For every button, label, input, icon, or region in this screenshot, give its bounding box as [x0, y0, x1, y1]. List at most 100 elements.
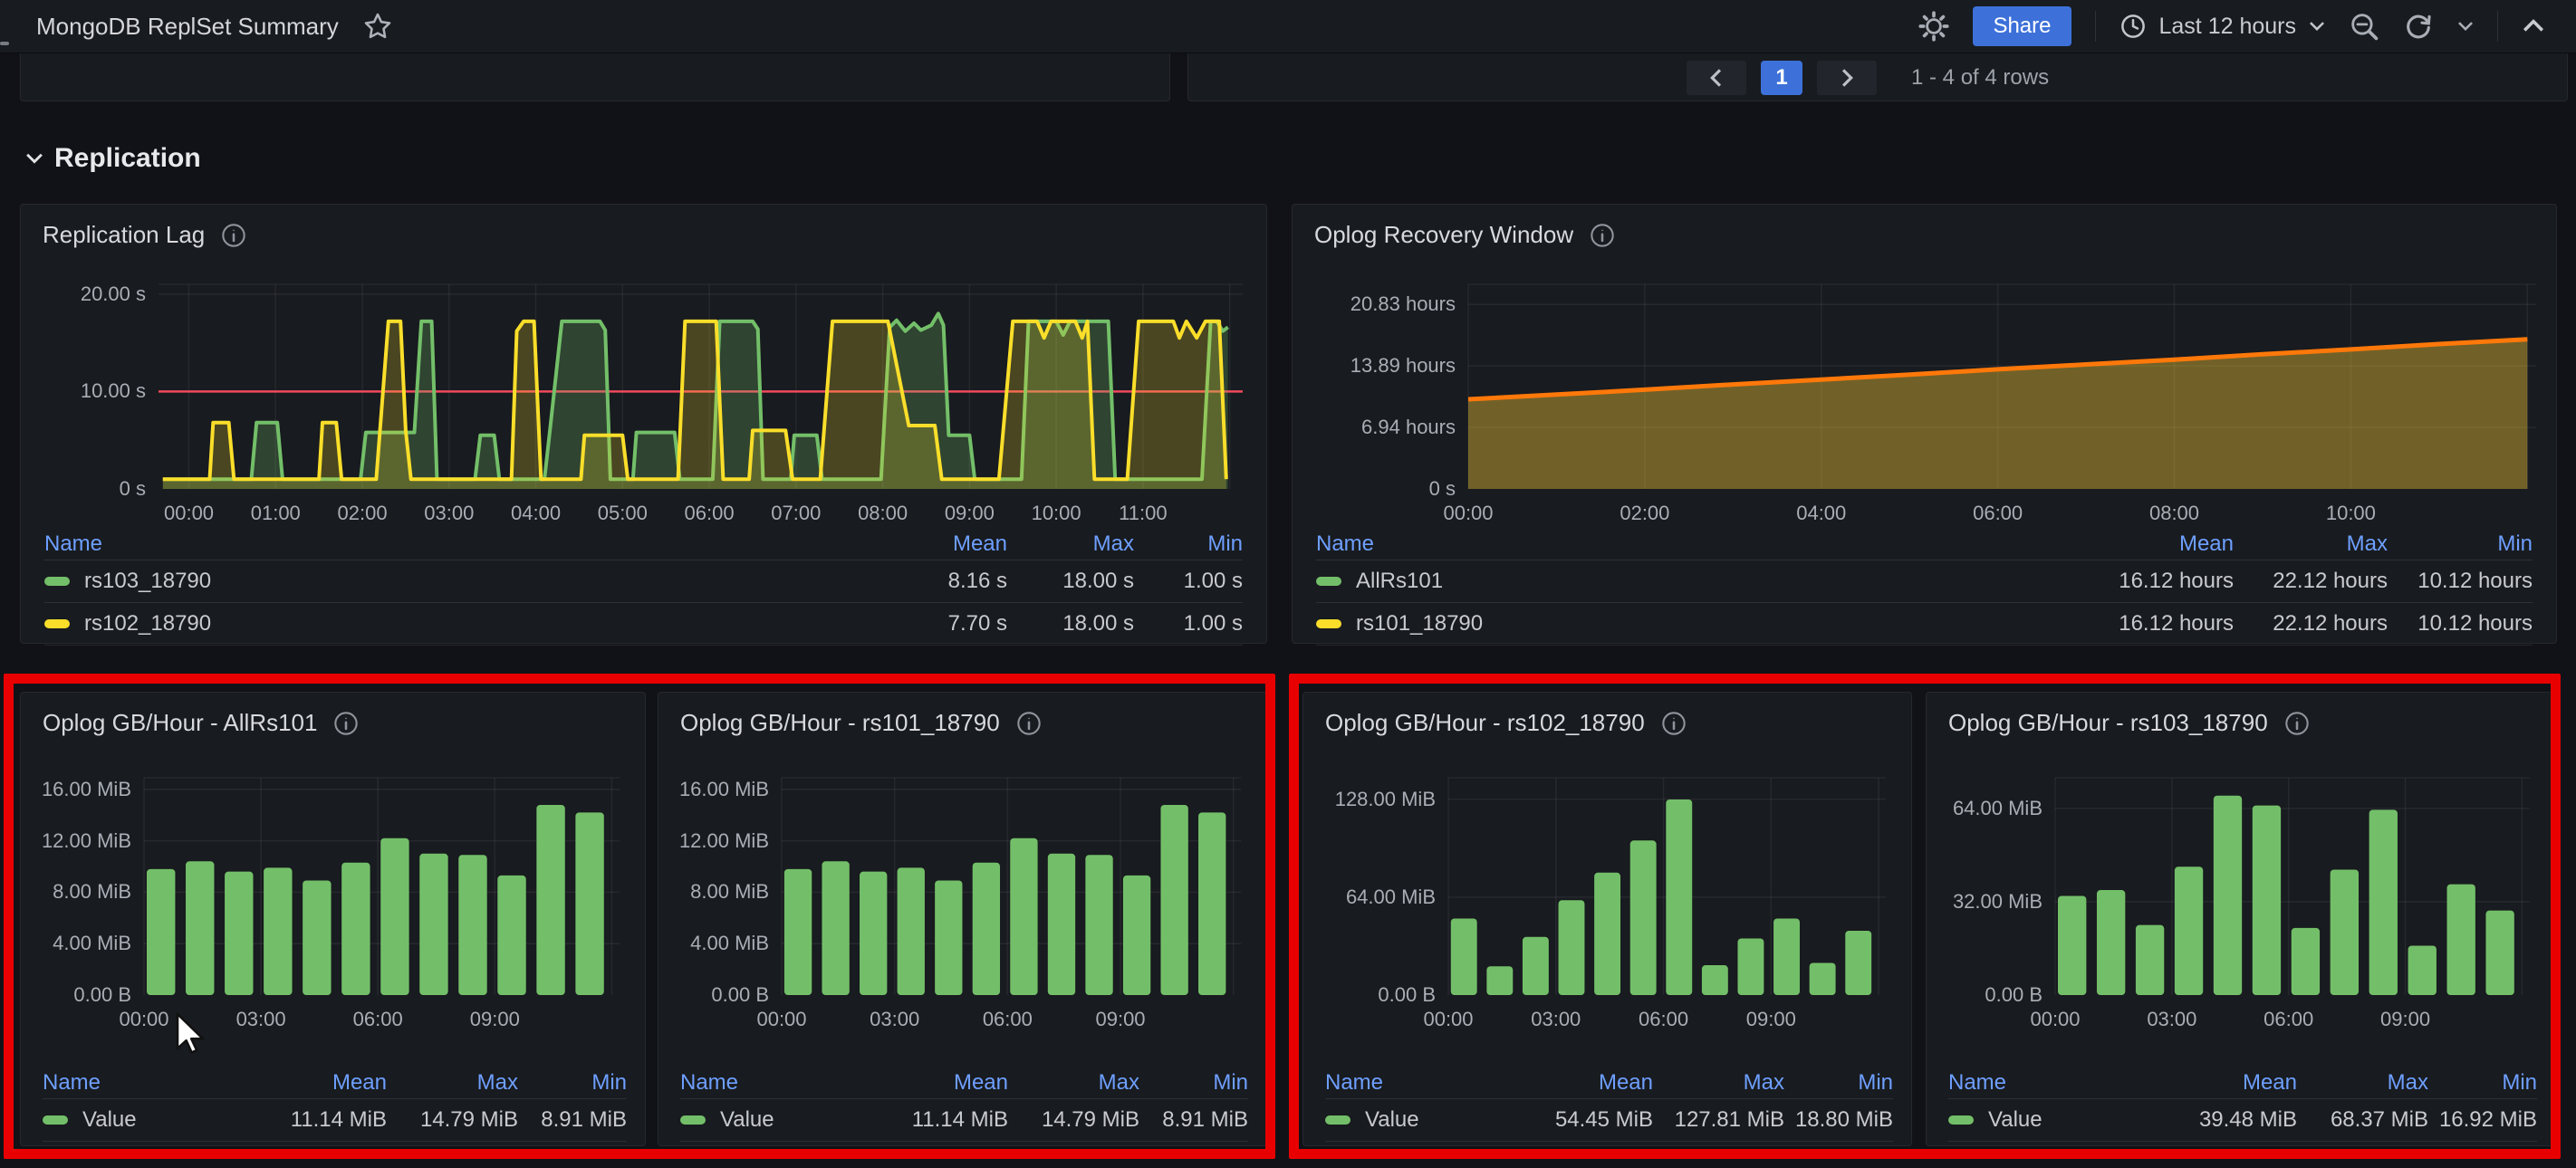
series-swatch — [1316, 619, 1341, 628]
max-value: 14.79 MiB — [1041, 1107, 1139, 1132]
info-icon[interactable] — [2284, 711, 2310, 736]
legend-table: Name Mean Max Min AllRs101 16.12 hours 2… — [1316, 529, 2533, 646]
clock-icon — [2119, 13, 2147, 40]
refresh-icon[interactable] — [2403, 11, 2434, 42]
series-swatch — [44, 577, 70, 586]
min-value: 1.00 s — [1183, 569, 1243, 593]
legend-header-max[interactable]: Max — [1008, 1070, 1139, 1096]
legend-table: Name Mean Max Min Value 39.48 MiB 68.37 … — [1948, 1067, 2537, 1142]
mean-value: 39.48 MiB — [2198, 1107, 2297, 1132]
legend-table: Name Mean Max Min Value 11.14 MiB 14.79 … — [43, 1067, 627, 1142]
refresh-interval-chevron-icon[interactable] — [2457, 21, 2474, 32]
time-range-label: Last 12 hours — [2158, 13, 2297, 39]
menu-icon-fragment — [0, 42, 9, 45]
oplog-bars-chart[interactable]: 00:00 03:00 06:00 09:00 0.00 B 64.00 MiB 128.0… — [1311, 772, 1900, 1040]
legend-header-max[interactable]: Max — [1653, 1070, 1784, 1096]
table-pagination: 1 1 - 4 of 4 rows — [1687, 61, 2049, 95]
legend-row: rs101_18790 16.12 hours 22.12 hours 10.1… — [1316, 602, 2533, 646]
next-page-button[interactable] — [1817, 61, 1877, 95]
series-toggle[interactable]: AllRs101 — [1316, 569, 2062, 594]
min-value: 8.91 MiB — [541, 1107, 627, 1132]
legend-header-min[interactable]: Min — [2388, 531, 2533, 557]
toolbar-divider — [2497, 11, 2498, 42]
mean-value: 7.70 s — [947, 611, 1007, 636]
panel-title[interactable]: Oplog GB/Hour - rs101_18790 — [680, 709, 1000, 737]
replication-lag-chart[interactable]: 00:00 01:00 02:00 03:00 04:00 05:00 06:00 07:00… — [41, 277, 1259, 540]
legend-header-mean[interactable]: Mean — [853, 531, 1007, 557]
info-icon[interactable] — [1590, 223, 1615, 248]
series-toggle[interactable]: rs103_18790 — [44, 569, 853, 594]
share-button[interactable]: Share — [1973, 6, 2071, 46]
info-icon[interactable] — [1016, 711, 1042, 736]
series-toggle[interactable]: Value — [680, 1107, 872, 1133]
info-icon[interactable] — [221, 223, 246, 248]
legend-row: Value 11.14 MiB 14.79 MiB 8.91 MiB — [680, 1098, 1248, 1142]
oplog-bars-chart[interactable]: 00:00 03:00 06:00 09:00 0.00 B 4.00 MiB 8.00 M… — [28, 772, 634, 1040]
max-value: 22.12 hours — [2273, 611, 2388, 636]
legend-header-name: Name — [1325, 1070, 1384, 1095]
series-swatch — [1316, 577, 1341, 586]
panel-title[interactable]: Oplog GB/Hour - rs103_18790 — [1948, 709, 2268, 737]
legend-header-min[interactable]: Min — [1139, 1070, 1248, 1096]
legend-row: Value 54.45 MiB 127.81 MiB 18.80 MiB — [1325, 1098, 1893, 1142]
chevron-up-icon[interactable] — [2522, 19, 2545, 34]
series-swatch — [1325, 1115, 1350, 1125]
min-value: 16.92 MiB — [2438, 1107, 2537, 1132]
section-row-replication[interactable]: Replication — [25, 143, 201, 174]
min-value: 1.00 s — [1183, 611, 1243, 636]
min-value: 10.12 hours — [2417, 611, 2533, 636]
oplog-bars-chart[interactable]: 00:00 03:00 06:00 09:00 0.00 B 32.00 MiB 64.00… — [1934, 772, 2544, 1040]
oplog-recovery-chart[interactable]: 00:00 02:00 04:00 06:00 08:00 10:00 0 s 6.94 ho… — [1312, 277, 2549, 540]
dashboard-title: MongoDB ReplSet Summary — [36, 12, 339, 40]
panel-title[interactable]: Oplog Recovery Window — [1314, 221, 1573, 249]
section-title: Replication — [54, 143, 201, 173]
star-icon[interactable] — [362, 11, 393, 42]
mean-value: 8.16 s — [947, 569, 1007, 593]
oplog-bars-chart[interactable]: 00:00 03:00 06:00 09:00 0.00 B 4.00 MiB 8.00 M… — [666, 772, 1255, 1040]
series-toggle[interactable]: Value — [1948, 1107, 2161, 1133]
legend-header-max[interactable]: Max — [1007, 531, 1134, 557]
series-toggle[interactable]: Value — [1325, 1107, 1517, 1133]
page-1-button[interactable]: 1 — [1761, 61, 1802, 95]
gear-icon[interactable] — [1918, 11, 1950, 42]
info-icon[interactable] — [333, 711, 359, 736]
panel-title[interactable]: Oplog GB/Hour - rs102_18790 — [1325, 709, 1645, 737]
legend-header-name: Name — [44, 531, 103, 556]
time-range-picker[interactable]: Last 12 hours — [2119, 13, 2326, 40]
panel-oplog-allrs101: Oplog GB/Hour - AllRs101 00:00 03:00 06:00… — [20, 692, 646, 1146]
legend-header-min[interactable]: Min — [518, 1070, 627, 1096]
legend-header-min[interactable]: Min — [1134, 531, 1243, 557]
legend-table: Name Mean Max Min rs103_18790 8.16 s 18.… — [44, 529, 1243, 646]
legend-header-name: Name — [1948, 1070, 2007, 1095]
min-value: 8.91 MiB — [1162, 1107, 1248, 1132]
prev-page-button[interactable] — [1687, 61, 1746, 95]
max-value: 68.37 MiB — [2330, 1107, 2428, 1132]
legend-header-max[interactable]: Max — [2234, 531, 2388, 557]
legend-header-mean[interactable]: Mean — [2161, 1070, 2297, 1096]
max-value: 18.00 s — [1062, 569, 1134, 593]
info-icon[interactable] — [1661, 711, 1687, 736]
mean-value: 16.12 hours — [2119, 569, 2234, 593]
panel-title[interactable]: Replication Lag — [43, 221, 205, 249]
legend-header-min[interactable]: Min — [2428, 1070, 2537, 1096]
series-swatch — [680, 1115, 706, 1125]
top-nav-bar: MongoDB ReplSet Summary Share Last 12 ho… — [0, 0, 2576, 53]
legend-header-mean[interactable]: Mean — [2062, 531, 2234, 557]
chevron-down-icon — [2309, 21, 2325, 32]
panel-oplog-recovery-window: Oplog Recovery Window 00:00 02:00 04:00 06:… — [1292, 204, 2557, 646]
cutoff-panel-right: 1 1 - 4 of 4 rows — [1187, 53, 2568, 101]
series-toggle[interactable]: rs102_18790 — [44, 611, 853, 637]
legend-header-min[interactable]: Min — [1784, 1070, 1893, 1096]
mean-value: 11.14 MiB — [911, 1107, 1008, 1132]
legend-header-mean[interactable]: Mean — [1517, 1070, 1653, 1096]
min-value: 10.12 hours — [2417, 569, 2533, 593]
max-value: 18.00 s — [1062, 611, 1134, 636]
legend-header-max[interactable]: Max — [2297, 1070, 2428, 1096]
zoom-out-icon[interactable] — [2349, 11, 2379, 42]
legend-header-max[interactable]: Max — [387, 1070, 518, 1096]
panel-title[interactable]: Oplog GB/Hour - AllRs101 — [43, 709, 317, 737]
legend-header-mean[interactable]: Mean — [872, 1070, 1008, 1096]
series-toggle[interactable]: rs101_18790 — [1316, 611, 2062, 637]
series-toggle[interactable]: Value — [43, 1107, 251, 1133]
legend-header-mean[interactable]: Mean — [251, 1070, 387, 1096]
